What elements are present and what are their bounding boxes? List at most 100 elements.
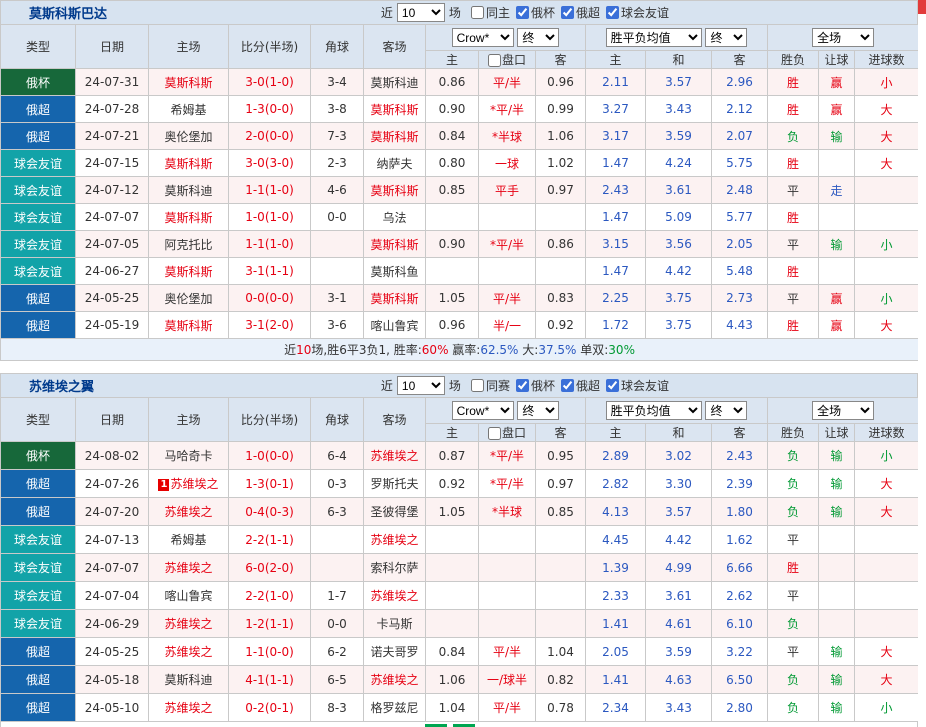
cell-result-wdl: 负 [768,123,819,150]
cell-home-team[interactable]: 苏维埃之 [149,554,229,582]
filter-option[interactable]: 俄杯 [516,4,555,21]
cell-handicap: *平/半 [479,442,536,470]
match-row: 俄超24-05-19莫斯科斯3-1(2-0)3-6喀山鲁宾0.96半/一0.92… [1,312,919,339]
cell-home-team[interactable]: 莫斯科斯 [149,312,229,339]
cell-home-team[interactable]: 阿克托比 [149,231,229,258]
cell-away-team[interactable]: 苏维埃之 [364,442,426,470]
avg-group-header: 胜平负均值 终 [586,398,768,424]
cell-away-team[interactable]: 莫斯科斯 [364,177,426,204]
filter-checkbox[interactable] [471,379,484,392]
cell-odds-away: 0.97 [536,470,586,498]
cell-away-team[interactable]: 诺夫哥罗 [364,638,426,666]
scrollbar[interactable] [918,0,926,727]
scrollbar-thumb[interactable] [918,0,926,14]
cell-result-goals: 大 [855,638,919,666]
cell-odds-away: 1.04 [536,638,586,666]
cell-away-team[interactable]: 喀山鲁宾 [364,312,426,339]
summary-segment: 10 [296,343,311,357]
odds-source-select[interactable]: Crow* [452,401,514,420]
cell-odds-away: 0.83 [536,285,586,312]
filter-checkbox[interactable] [516,6,529,19]
handicap-checkbox[interactable] [488,427,501,440]
filter-checkbox[interactable] [606,379,619,392]
cell-avg-away: 2.39 [712,470,768,498]
scope-select[interactable]: 全场 [812,28,874,47]
cell-away-team[interactable]: 索科尔萨 [364,554,426,582]
filter-checkbox[interactable] [516,379,529,392]
filter-checkbox[interactable] [561,379,574,392]
cell-result-wdl: 负 [768,442,819,470]
match-row: 球会友谊24-07-12莫斯科迪1-1(1-0)4-6莫斯科斯0.85平手0.9… [1,177,919,204]
cell-home-team[interactable]: 莫斯科斯 [149,204,229,231]
cell-home-team[interactable]: 莫斯科迪 [149,666,229,694]
cell-avg-home: 2.89 [586,442,646,470]
cell-odds-away [536,554,586,582]
cell-odds-home: 1.05 [426,498,479,526]
cell-home-team[interactable]: 1苏维埃之 [149,470,229,498]
cell-away-team[interactable]: 莫斯科斯 [364,231,426,258]
cell-away-team[interactable]: 格罗兹尼 [364,694,426,722]
cell-home-team[interactable]: 莫斯科斯 [149,69,229,96]
avg-source-select[interactable]: 胜平负均值 [606,28,702,47]
cell-home-team[interactable]: 希姆基 [149,96,229,123]
filter-option[interactable]: 俄超 [561,377,600,394]
cell-league-type: 球会友谊 [1,231,76,258]
cell-away-team[interactable]: 苏维埃之 [364,582,426,610]
cell-avg-home: 2.05 [586,638,646,666]
cell-result-goals [855,582,919,610]
filter-checkbox[interactable] [561,6,574,19]
cell-home-team[interactable]: 苏维埃之 [149,498,229,526]
cell-home-team[interactable]: 马哈奇卡 [149,442,229,470]
cell-away-team[interactable]: 莫斯科斯 [364,285,426,312]
cell-home-team[interactable]: 苏维埃之 [149,638,229,666]
cell-home-team[interactable]: 莫斯科斯 [149,150,229,177]
cell-home-team[interactable]: 奥伦堡加 [149,285,229,312]
cell-away-team[interactable]: 罗斯托夫 [364,470,426,498]
cell-away-team[interactable]: 乌法 [364,204,426,231]
cell-away-team[interactable]: 苏维埃之 [364,666,426,694]
avg-final-select[interactable]: 终 [705,28,747,47]
cell-away-team[interactable]: 纳萨夫 [364,150,426,177]
odds-final-select[interactable]: 终 [517,401,559,420]
filter-option[interactable]: 俄杯 [516,377,555,394]
cell-result-goals [855,258,919,285]
team-title: 莫斯科斯巴达 [29,3,107,22]
cell-date: 24-07-12 [76,177,149,204]
cell-away-team[interactable]: 莫斯科鱼 [364,258,426,285]
cell-home-team[interactable]: 奥伦堡加 [149,123,229,150]
filter-option[interactable]: 同赛 [471,377,510,394]
filter-option[interactable]: 球会友谊 [606,377,669,394]
cell-odds-home: 0.87 [426,442,479,470]
cell-score: 0-4(0-3) [229,498,311,526]
cell-away-team[interactable]: 莫斯科迪 [364,69,426,96]
scope-select[interactable]: 全场 [812,401,874,420]
odds-final-select[interactable]: 终 [517,28,559,47]
filter-checkbox[interactable] [471,6,484,19]
match-row: 俄超24-07-28希姆基1-3(0-0)3-8莫斯科斯0.90*平/半0.99… [1,96,919,123]
cell-away-team[interactable]: 圣彼得堡 [364,498,426,526]
cell-home-team[interactable]: 莫斯科斯 [149,258,229,285]
games-count-select[interactable]: 10 [397,3,445,22]
filter-checkbox[interactable] [606,6,619,19]
filter-option[interactable]: 俄超 [561,4,600,21]
avg-final-select[interactable]: 终 [705,401,747,420]
cell-away-team[interactable]: 莫斯科斯 [364,96,426,123]
handicap-checkbox[interactable] [488,54,501,67]
filter-option[interactable]: 同主 [471,4,510,21]
cell-away-team[interactable]: 卡马斯 [364,610,426,638]
odds-source-select[interactable]: Crow* [452,28,514,47]
cell-date: 24-07-07 [76,204,149,231]
cell-home-team[interactable]: 希姆基 [149,526,229,554]
cell-away-team[interactable]: 苏维埃之 [364,526,426,554]
cell-away-team[interactable]: 莫斯科斯 [364,123,426,150]
filter-option[interactable]: 球会友谊 [606,4,669,21]
avg-source-select[interactable]: 胜平负均值 [606,401,702,420]
cell-home-team[interactable]: 喀山鲁宾 [149,582,229,610]
col-date: 日期 [76,398,149,442]
cell-corners [311,526,364,554]
cell-home-team[interactable]: 苏维埃之 [149,694,229,722]
games-count-select[interactable]: 10 [397,376,445,395]
cell-home-team[interactable]: 苏维埃之 [149,610,229,638]
cell-avg-home: 2.43 [586,177,646,204]
cell-home-team[interactable]: 莫斯科迪 [149,177,229,204]
